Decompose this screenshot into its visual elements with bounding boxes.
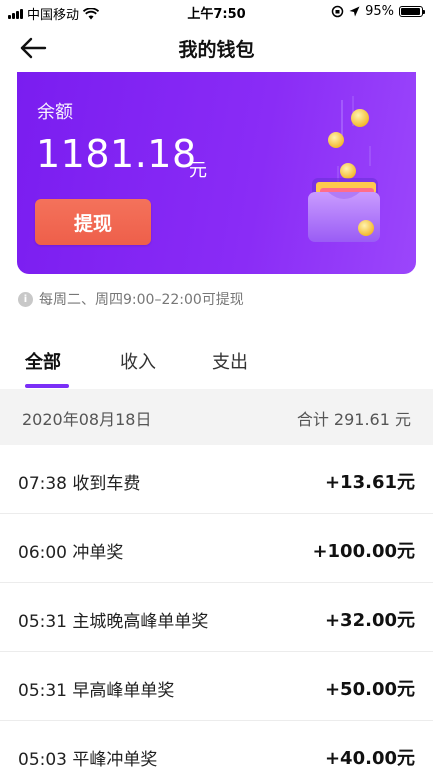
page-title: 我的钱包 [178,39,255,61]
transaction-amount: +32.00元 [324,610,415,631]
balance-unit: 元 [189,160,207,181]
transaction-amount: +40.00元 [324,748,415,769]
withdraw-notice: i 每周二、周四9:00–22:00可提现 [18,289,244,309]
transaction-title: 05:31 主城晚高峰单单奖 [18,612,209,632]
transaction-title: 05:31 早高峰单单奖 [18,681,175,701]
transaction-list: 07:38 收到车费 +13.61元 06:00 冲单奖 +100.00元 05… [0,445,433,771]
balance-amount: 1181.18 [36,132,197,176]
wallet-illustration-icon [308,96,380,242]
orientation-lock-icon [331,5,344,18]
tab-all[interactable]: 全部 [25,348,61,374]
nav-bar: 我的钱包 [0,24,433,72]
group-total: 合计 291.61 元 [296,410,411,429]
transaction-amount: +50.00元 [324,679,415,700]
status-right: 95% [331,4,425,19]
tab-expense[interactable]: 支出 [212,348,248,374]
info-icon: i [18,291,33,307]
withdraw-button[interactable]: 提现 [35,199,151,245]
transaction-row[interactable]: 06:00 冲单奖 +100.00元 [0,514,433,583]
notice-text: 每周二、周四9:00–22:00可提现 [39,292,244,308]
transaction-amount: +13.61元 [324,472,415,493]
transaction-row[interactable]: 05:03 平峰冲单奖 +40.00元 [0,721,433,771]
transaction-row[interactable]: 05:31 主城晚高峰单单奖 +32.00元 [0,583,433,652]
status-bar: 中国移动 上午7:50 95% [0,0,433,24]
location-icon [349,6,360,17]
transaction-title: 05:03 平峰冲单奖 [18,750,158,770]
battery-percent: 95% [365,4,394,19]
tab-income[interactable]: 收入 [120,348,156,374]
tab-indicator [25,384,69,388]
balance-label: 余额 [37,102,73,123]
battery-icon [399,6,425,17]
filter-tabs: 全部 收入 支出 [0,338,433,388]
transaction-row[interactable]: 07:38 收到车费 +13.61元 [0,445,433,514]
transaction-title: 07:38 收到车费 [18,474,141,494]
date-group-header: 2020年08月18日 合计 291.61 元 [0,389,433,445]
transaction-amount: +100.00元 [312,541,415,562]
group-date: 2020年08月18日 [22,410,152,429]
balance-card: 余额 1181.18 元 提现 [17,72,416,274]
transaction-row[interactable]: 05:31 早高峰单单奖 +50.00元 [0,652,433,721]
transaction-title: 06:00 冲单奖 [18,543,124,563]
